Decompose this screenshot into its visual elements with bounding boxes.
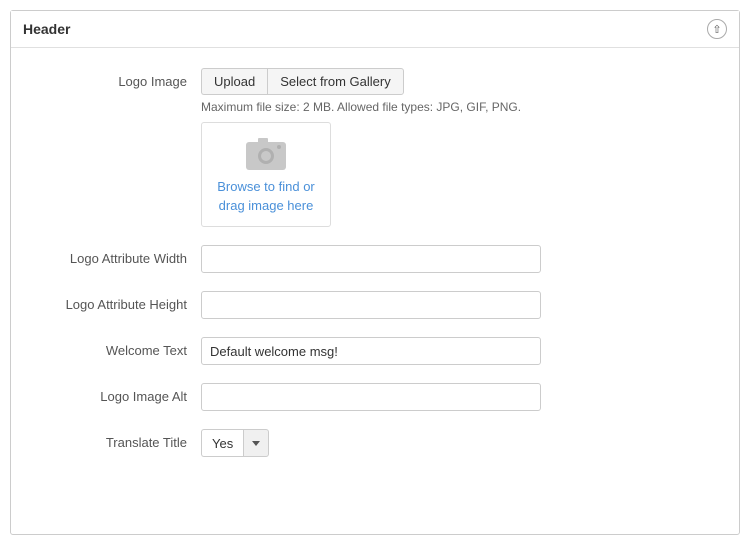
- welcome-text-row: Welcome Text: [41, 337, 709, 365]
- logo-image-label: Logo Image: [41, 68, 201, 89]
- header-panel: Header ⇧ Logo Image Upload Select from G…: [10, 10, 740, 535]
- logo-image-btn-group: Upload Select from Gallery: [201, 68, 709, 95]
- logo-width-input[interactable]: [201, 245, 541, 273]
- panel-body: Logo Image Upload Select from Gallery Ma…: [11, 48, 739, 495]
- logo-alt-label: Logo Image Alt: [41, 383, 201, 404]
- logo-width-label: Logo Attribute Width: [41, 245, 201, 266]
- welcome-text-wrap: [201, 337, 709, 365]
- upload-button[interactable]: Upload: [201, 68, 267, 95]
- camera-icon: [244, 134, 288, 172]
- chevron-down-icon: [252, 441, 260, 446]
- collapse-button[interactable]: ⇧: [707, 19, 727, 39]
- file-hint: Maximum file size: 2 MB. Allowed file ty…: [201, 100, 709, 114]
- translate-title-value: Yes: [201, 429, 243, 457]
- translate-title-wrap: Yes: [201, 429, 709, 457]
- logo-alt-wrap: [201, 383, 709, 411]
- select-gallery-button[interactable]: Select from Gallery: [267, 68, 404, 95]
- welcome-text-input[interactable]: [201, 337, 541, 365]
- translate-title-label: Translate Title: [41, 429, 201, 450]
- logo-height-label: Logo Attribute Height: [41, 291, 201, 312]
- panel-header: Header ⇧: [11, 11, 739, 48]
- logo-alt-row: Logo Image Alt: [41, 383, 709, 411]
- translate-title-dropdown-button[interactable]: [243, 429, 269, 457]
- logo-image-row: Logo Image Upload Select from Gallery Ma…: [41, 68, 709, 227]
- image-drop-zone[interactable]: Browse to find or drag image here: [201, 122, 331, 227]
- translate-title-row: Translate Title Yes: [41, 429, 709, 457]
- logo-width-wrap: [201, 245, 709, 273]
- logo-height-wrap: [201, 291, 709, 319]
- logo-height-row: Logo Attribute Height: [41, 291, 709, 319]
- logo-alt-input[interactable]: [201, 383, 541, 411]
- logo-width-row: Logo Attribute Width: [41, 245, 709, 273]
- translate-title-select: Yes: [201, 429, 709, 457]
- logo-height-input[interactable]: [201, 291, 541, 319]
- welcome-text-label: Welcome Text: [41, 337, 201, 358]
- logo-image-controls: Upload Select from Gallery Maximum file …: [201, 68, 709, 227]
- panel-title: Header: [23, 21, 70, 37]
- browse-link[interactable]: Browse to find or drag image here: [217, 178, 315, 214]
